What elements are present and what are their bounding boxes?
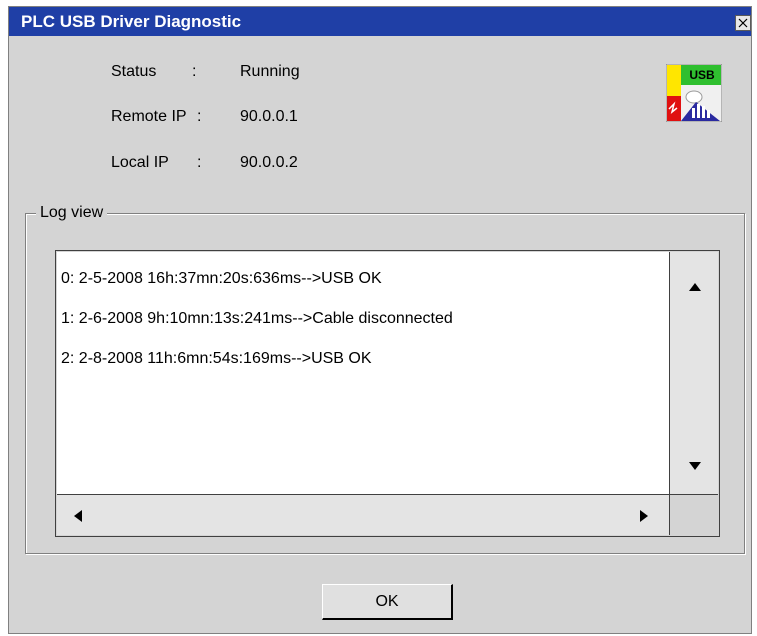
log-view-title: Log view [36,204,108,222]
usb-diagnostic-icon: USB [666,64,722,122]
scroll-left-arrow-icon[interactable] [73,509,83,523]
remote-ip-separator: : [197,108,202,125]
log-list[interactable]: 0: 2-5-2008 16h:37mn:20s:636ms-->USB OK … [57,252,669,494]
status-separator: : [192,63,197,80]
status-label: Status [111,63,157,80]
usb-icon-text: USB [689,68,715,82]
horizontal-scrollbar[interactable] [57,494,669,535]
remote-ip-label: Remote IP [111,108,187,125]
diagnostic-dialog: PLC USB Driver Diagnostic Status : Runni… [8,6,752,634]
close-icon [738,18,748,28]
scroll-up-arrow-icon[interactable] [688,282,702,292]
title-bar[interactable]: PLC USB Driver Diagnostic [9,7,751,36]
log-entry[interactable]: 0: 2-5-2008 16h:37mn:20s:636ms-->USB OK [61,270,382,288]
ok-button[interactable]: OK [322,584,453,620]
local-ip-separator: : [197,154,202,171]
local-ip-value: 90.0.0.2 [240,154,298,171]
window-title: PLC USB Driver Diagnostic [21,12,242,31]
scroll-right-arrow-icon[interactable] [639,509,649,523]
local-ip-label: Local IP [111,154,169,171]
vertical-scrollbar[interactable] [669,252,718,494]
close-button[interactable] [735,15,751,31]
scrollbar-corner [669,494,718,535]
log-entry[interactable]: 2: 2-8-2008 11h:6mn:54s:169ms-->USB OK [61,350,372,368]
remote-ip-value: 90.0.0.1 [240,108,298,125]
scroll-down-arrow-icon[interactable] [688,461,702,471]
status-value: Running [240,63,300,80]
log-entry[interactable]: 1: 2-6-2008 9h:10mn:13s:241ms-->Cable di… [61,310,453,328]
ok-button-label: OK [375,593,399,610]
